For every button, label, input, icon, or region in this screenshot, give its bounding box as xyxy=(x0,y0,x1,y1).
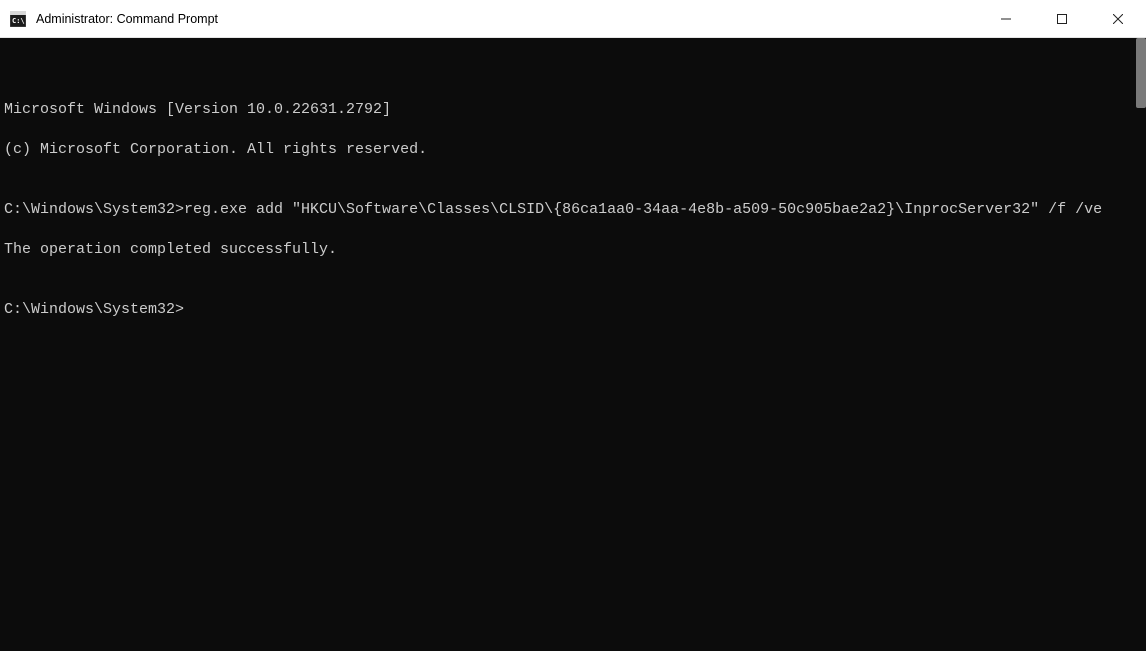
terminal-line-version: Microsoft Windows [Version 10.0.22631.27… xyxy=(4,100,1142,120)
svg-text:C:\: C:\ xyxy=(12,17,25,25)
window-title: Administrator: Command Prompt xyxy=(34,12,978,26)
minimize-icon xyxy=(1001,14,1011,24)
close-button[interactable] xyxy=(1090,0,1146,37)
terminal-prompt: C:\Windows\System32> xyxy=(4,300,1142,320)
cmd-icon: C:\ xyxy=(10,11,26,27)
close-icon xyxy=(1113,14,1123,24)
maximize-button[interactable] xyxy=(1034,0,1090,37)
scrollbar-track[interactable] xyxy=(1134,38,1146,651)
terminal-line-copyright: (c) Microsoft Corporation. All rights re… xyxy=(4,140,1142,160)
maximize-icon xyxy=(1057,14,1067,24)
minimize-button[interactable] xyxy=(978,0,1034,37)
window-titlebar: C:\ Administrator: Command Prompt xyxy=(0,0,1146,38)
window-controls xyxy=(978,0,1146,37)
scrollbar-thumb[interactable] xyxy=(1136,38,1146,108)
terminal[interactable]: Microsoft Windows [Version 10.0.22631.27… xyxy=(0,38,1146,651)
terminal-line-result: The operation completed successfully. xyxy=(4,240,1142,260)
terminal-line-command: C:\Windows\System32>reg.exe add "HKCU\So… xyxy=(4,200,1142,220)
terminal-content: Microsoft Windows [Version 10.0.22631.27… xyxy=(4,80,1142,360)
